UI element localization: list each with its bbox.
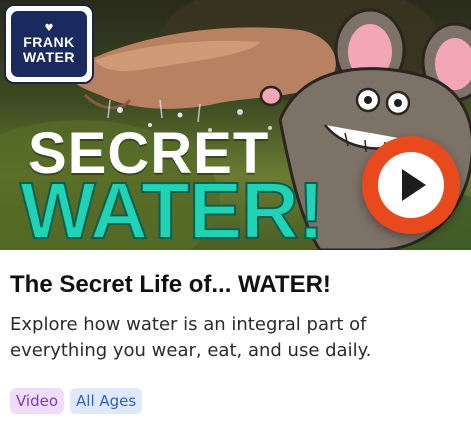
play-button[interactable] [362, 136, 460, 234]
tag-all-ages[interactable]: All Ages [70, 388, 143, 414]
thumbnail-headline-water: WATER! [19, 166, 326, 251]
heart-drop-icon: ♥ [44, 22, 54, 34]
tag-video[interactable]: Video [10, 388, 65, 414]
frank-water-logo: ♥ FRANK WATER [4, 4, 94, 84]
resource-card[interactable]: ♥ FRANK WATER SECRET WATER! The Secret L… [0, 0, 471, 421]
tag-list: Video All Ages [10, 388, 143, 414]
card-description: Explore how water is an integral part of… [10, 314, 372, 361]
video-thumbnail[interactable]: ♥ FRANK WATER SECRET WATER! [0, 0, 471, 250]
card-title[interactable]: The Secret Life of... WATER! [10, 270, 460, 300]
play-icon [378, 152, 444, 218]
logo-text-line-1: FRANK [23, 33, 75, 50]
logo-text-line-2: WATER [22, 48, 75, 65]
